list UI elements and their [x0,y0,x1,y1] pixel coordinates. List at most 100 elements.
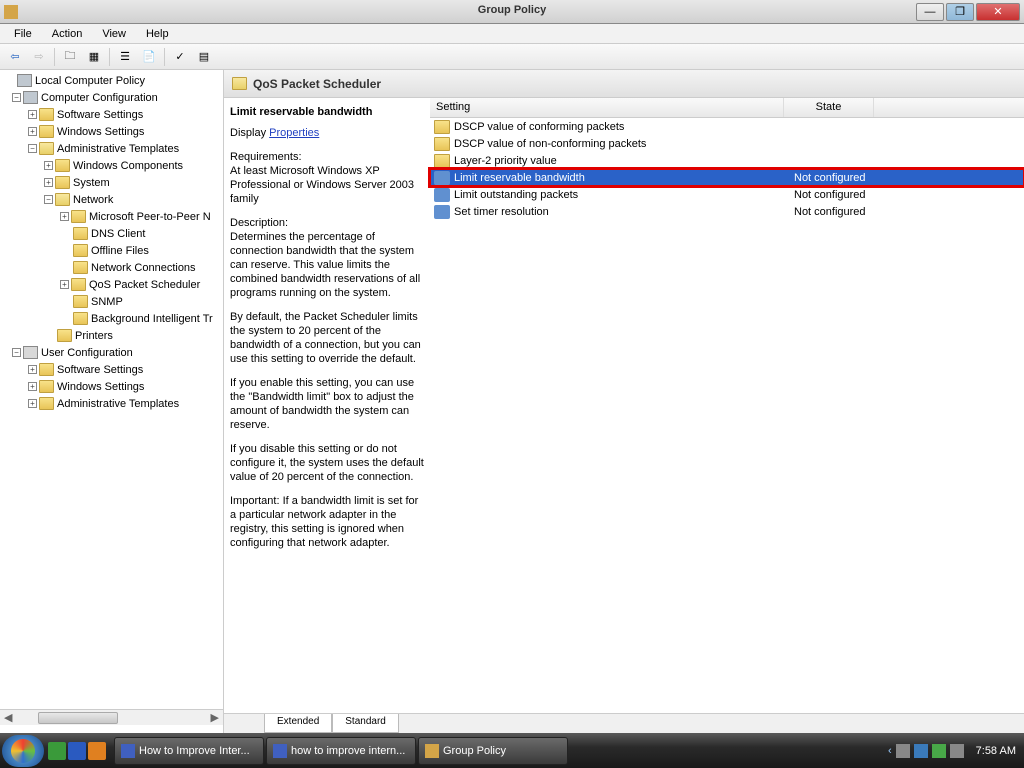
volume-icon[interactable] [950,744,964,758]
list-row-selected[interactable]: Limit reservable bandwidthNot configured [430,169,1024,186]
tree-system[interactable]: +System [0,174,223,191]
taskbar-item[interactable]: how to improve intern... [266,737,416,765]
menu-view[interactable]: View [92,26,136,42]
tree-user-admin[interactable]: +Administrative Templates [0,395,223,412]
toolbar: ⇦ ⇨ 🗀 ▦ ☰ 📄 ✓ ▤ [0,44,1024,70]
taskbar-item[interactable]: How to Improve Inter... [114,737,264,765]
tree-network[interactable]: −Network [0,191,223,208]
system-tray[interactable]: ‹ [882,744,970,758]
col-state[interactable]: State [784,98,874,117]
maximize-button[interactable]: ❐ [946,3,974,21]
minimize-button[interactable]: — [916,3,944,21]
tree-root[interactable]: Local Computer Policy [0,72,223,89]
collapse-icon[interactable]: − [44,195,53,204]
menu-file[interactable]: File [4,26,42,42]
tab-extended[interactable]: Extended [264,714,332,733]
tree-background-transfer[interactable]: Background Intelligent Tr [0,310,223,327]
collapse-icon[interactable]: − [12,93,21,102]
show-hide-button[interactable]: ▦ [83,46,105,68]
folder-icon [39,397,54,410]
word-icon [273,744,287,758]
folder-icon [57,329,72,342]
tree-snmp[interactable]: SNMP [0,293,223,310]
quicklaunch-icon[interactable] [68,742,86,760]
list-row[interactable]: Limit outstanding packetsNot configured [430,186,1024,203]
expand-icon[interactable]: + [60,212,69,221]
expand-icon[interactable]: + [28,127,37,136]
properties-button[interactable]: ☰ [114,46,136,68]
folder-open-icon [232,77,247,90]
expand-icon[interactable]: + [44,161,53,170]
scrollbar-thumb[interactable] [38,712,118,724]
mmc-icon [425,744,439,758]
tree-qos[interactable]: +QoS Packet Scheduler [0,276,223,293]
start-button[interactable] [2,735,44,767]
expand-icon[interactable]: + [28,382,37,391]
tree-peer-to-peer[interactable]: +Microsoft Peer-to-Peer N [0,208,223,225]
expand-icon[interactable]: + [44,178,53,187]
tree-windows-components[interactable]: +Windows Components [0,157,223,174]
tray-icon[interactable] [914,744,928,758]
clock[interactable]: 7:58 AM [970,745,1022,757]
tree-windows-settings[interactable]: +Windows Settings [0,123,223,140]
taskbar: How to Improve Inter... how to improve i… [0,733,1024,768]
tray-icon[interactable] [932,744,946,758]
close-button[interactable]: ✕ [976,3,1020,21]
quicklaunch-icon[interactable] [88,742,106,760]
menubar: File Action View Help [0,24,1024,44]
expand-icon[interactable]: + [28,365,37,374]
folder-icon [73,227,88,240]
tree-scrollbar[interactable]: ◀ ▶ [0,709,223,725]
window-title: Group Policy [478,4,546,16]
refresh-button[interactable]: ✓ [169,46,191,68]
properties-link[interactable]: Properties [269,127,319,139]
tree-dns-client[interactable]: DNS Client [0,225,223,242]
tree-admin-templates[interactable]: −Administrative Templates [0,140,223,157]
policy-icon [17,74,32,87]
col-setting[interactable]: Setting [430,98,784,117]
tree-printers[interactable]: Printers [0,327,223,344]
folder-icon [73,295,88,308]
tree-offline-files[interactable]: Offline Files [0,242,223,259]
setting-icon [434,205,450,219]
collapse-icon[interactable]: − [28,144,37,153]
tree-user-config[interactable]: −User Configuration [0,344,223,361]
folder-icon [73,312,88,325]
filter-button[interactable]: ▤ [193,46,215,68]
quicklaunch-icon[interactable] [48,742,66,760]
expand-icon[interactable]: + [60,280,69,289]
tree-user-windows[interactable]: +Windows Settings [0,378,223,395]
expand-icon[interactable]: + [28,399,37,408]
taskbar-item[interactable]: Group Policy [418,737,568,765]
folder-icon [39,125,54,138]
menu-action[interactable]: Action [42,26,93,42]
folder-icon [71,278,86,291]
list-row[interactable]: DSCP value of non-conforming packets [430,135,1024,152]
tray-chevron-icon[interactable]: ‹ [888,745,892,757]
tree-computer-config[interactable]: −Computer Configuration [0,89,223,106]
forward-button[interactable]: ⇨ [28,46,50,68]
setting-icon [434,171,450,185]
content-title: QoS Packet Scheduler [253,77,381,91]
tree-user-software[interactable]: +Software Settings [0,361,223,378]
expand-icon[interactable]: + [28,110,37,119]
list-row[interactable]: Layer-2 priority value [430,152,1024,169]
menu-help[interactable]: Help [136,26,179,42]
folder-icon [434,120,450,134]
back-button[interactable]: ⇦ [4,46,26,68]
quick-launch [48,742,106,760]
up-button[interactable]: 🗀 [59,46,81,68]
tree-software-settings[interactable]: +Software Settings [0,106,223,123]
export-button[interactable]: 📄 [138,46,160,68]
list-row[interactable]: Set timer resolutionNot configured [430,203,1024,220]
folder-icon [71,210,86,223]
list-row[interactable]: DSCP value of conforming packets [430,118,1024,135]
tab-standard[interactable]: Standard [332,714,399,733]
tree-network-connections[interactable]: Network Connections [0,259,223,276]
computer-icon [23,91,38,104]
collapse-icon[interactable]: − [12,348,21,357]
setting-title: Limit reservable bandwidth [230,106,426,118]
windows-orb-icon [11,739,35,763]
tray-icon[interactable] [896,744,910,758]
titlebar: Group Policy — ❐ ✕ [0,0,1024,24]
